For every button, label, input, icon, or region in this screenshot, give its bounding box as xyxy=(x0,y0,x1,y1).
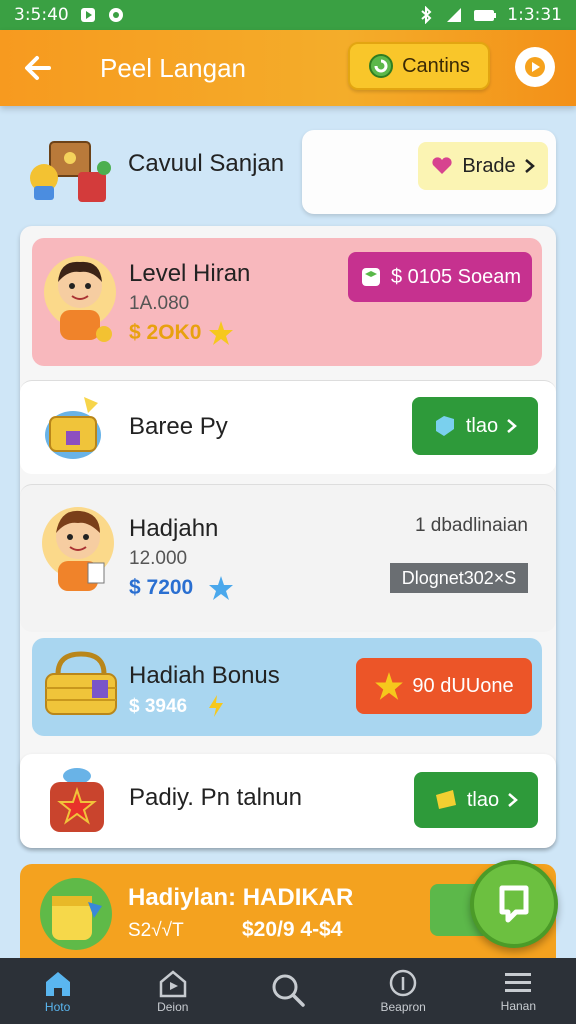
level-second-amount: $ 7200 xyxy=(129,576,194,599)
bonus-amount: $ 3946 xyxy=(129,696,188,717)
level-padiy-title: Padiy. Pn talnun xyxy=(129,784,303,811)
signal-icon xyxy=(447,8,462,22)
status-time-right: 1:3:31 xyxy=(507,5,562,25)
nav-label-menu: Hanan xyxy=(500,999,537,1013)
brade-label: Brade xyxy=(462,154,516,177)
menu-icon xyxy=(505,973,532,992)
level-first-reward-label: $ 0105 Soeam xyxy=(390,265,522,288)
cube-icon xyxy=(361,268,380,286)
bonus-title: Hadiah Bonus xyxy=(129,662,280,689)
level-card-padiy[interactable]: Padiy. Pn talnun tlao xyxy=(20,754,556,848)
level-padiy-label: tlao xyxy=(466,788,500,811)
level-last-title: Hadiylan: HADIKAR xyxy=(128,884,354,911)
level-second-right-text: 1 dbadlinaian xyxy=(414,515,528,536)
home-icon xyxy=(45,972,70,996)
level-card-barrel[interactable]: Baree Py tlao xyxy=(20,380,556,474)
jar-icon xyxy=(40,878,112,950)
star-icon xyxy=(209,576,233,600)
level-padiy-button[interactable]: tlao xyxy=(414,772,538,828)
lightning-icon xyxy=(209,695,223,717)
battery-icon xyxy=(474,10,497,21)
boy-avatar-icon xyxy=(44,256,116,342)
level-last-sub: S2√√T xyxy=(128,920,184,941)
gift-icon xyxy=(432,157,452,174)
promo-card: Brade xyxy=(302,130,556,214)
chevron-right-icon xyxy=(507,419,518,433)
fab-button[interactable] xyxy=(470,860,558,948)
status-time-left: 3:5:40 xyxy=(14,5,69,25)
bottom-nav: Hoto Deion Beapron Hanan xyxy=(0,958,576,1024)
boy-avatar-icon xyxy=(42,507,114,591)
brade-button[interactable]: Brade xyxy=(418,142,548,190)
settings-notification-icon xyxy=(108,8,123,22)
level-barrel-label: tlao xyxy=(465,414,499,437)
info-icon xyxy=(389,969,417,997)
level-last-amount: $20/9 4-$4 xyxy=(242,918,343,941)
page-title: Peel Langan xyxy=(100,52,247,83)
cheese-icon xyxy=(435,790,456,809)
chevron-right-icon xyxy=(524,159,535,173)
bonus-button-label: 90 dUUone xyxy=(412,674,514,697)
nav-item-search[interactable] xyxy=(243,972,333,1010)
search-icon xyxy=(272,974,305,1007)
notification-icon xyxy=(80,8,95,22)
nav-label-home: Hoto xyxy=(44,1000,71,1014)
level-barrel-title: Baree Py xyxy=(129,413,228,440)
level-barrel-button[interactable]: tlao xyxy=(412,397,538,455)
barrel-icon xyxy=(45,397,101,459)
bonus-card[interactable]: Hadiah Bonus $ 3946 90 dUUone xyxy=(32,638,542,736)
house-icon xyxy=(159,970,187,998)
nav-item-home[interactable]: Hoto xyxy=(13,968,103,1014)
level-first-title: Level Hiran xyxy=(129,260,251,287)
level-first-reward-button[interactable]: $ 0105 Soeam xyxy=(348,252,532,302)
nav-label-beapron: Beapron xyxy=(380,1000,426,1014)
back-button[interactable] xyxy=(16,46,60,90)
bonus-button[interactable]: 90 dUUone xyxy=(356,658,532,714)
star-icon xyxy=(209,321,233,345)
coin-icon xyxy=(369,54,394,78)
chevron-right-icon xyxy=(508,793,519,807)
nav-item-deion[interactable]: Deion xyxy=(128,968,218,1014)
bluetooth-icon xyxy=(421,6,432,24)
star-icon xyxy=(375,672,404,700)
status-bar: 3:5:40 1:3:31 xyxy=(0,0,576,30)
app-bar: Peel Langan Cantins xyxy=(0,30,576,106)
level-first-amount: $ 2OK0 xyxy=(129,321,202,344)
level-second-sub: 12.000 xyxy=(129,548,188,569)
level-second-title: Hadjahn xyxy=(129,515,219,542)
nav-item-menu[interactable]: Hanan xyxy=(473,969,563,1013)
coins-label: Cantins xyxy=(402,54,470,77)
level-second-tag: Dlognet302×S xyxy=(390,563,528,593)
promo-title: Cavuul Sanjan xyxy=(128,150,285,177)
play-button[interactable] xyxy=(515,47,555,87)
gem-icon xyxy=(435,416,454,436)
basket-icon xyxy=(45,651,117,715)
level-card-first[interactable]: Level Hiran 1A.080 $ 2OK0 $ 0105 Soeam xyxy=(32,238,542,366)
arrow-left-icon xyxy=(25,56,51,80)
promo-row: Cavuul Sanjan xyxy=(20,128,302,216)
coins-button[interactable]: Cantins xyxy=(348,42,490,90)
level-first-sub: 1A.080 xyxy=(129,293,190,314)
nav-label-deion: Deion xyxy=(157,1000,189,1014)
level-card-second[interactable]: Hadjahn 12.000 $ 7200 1 dbadlinaian Dlog… xyxy=(20,484,556,632)
play-icon xyxy=(525,57,545,77)
treasure-icon xyxy=(30,141,111,202)
chat-icon xyxy=(499,885,529,923)
gift-box-icon xyxy=(50,768,104,832)
nav-item-beapron[interactable]: Beapron xyxy=(358,968,448,1014)
